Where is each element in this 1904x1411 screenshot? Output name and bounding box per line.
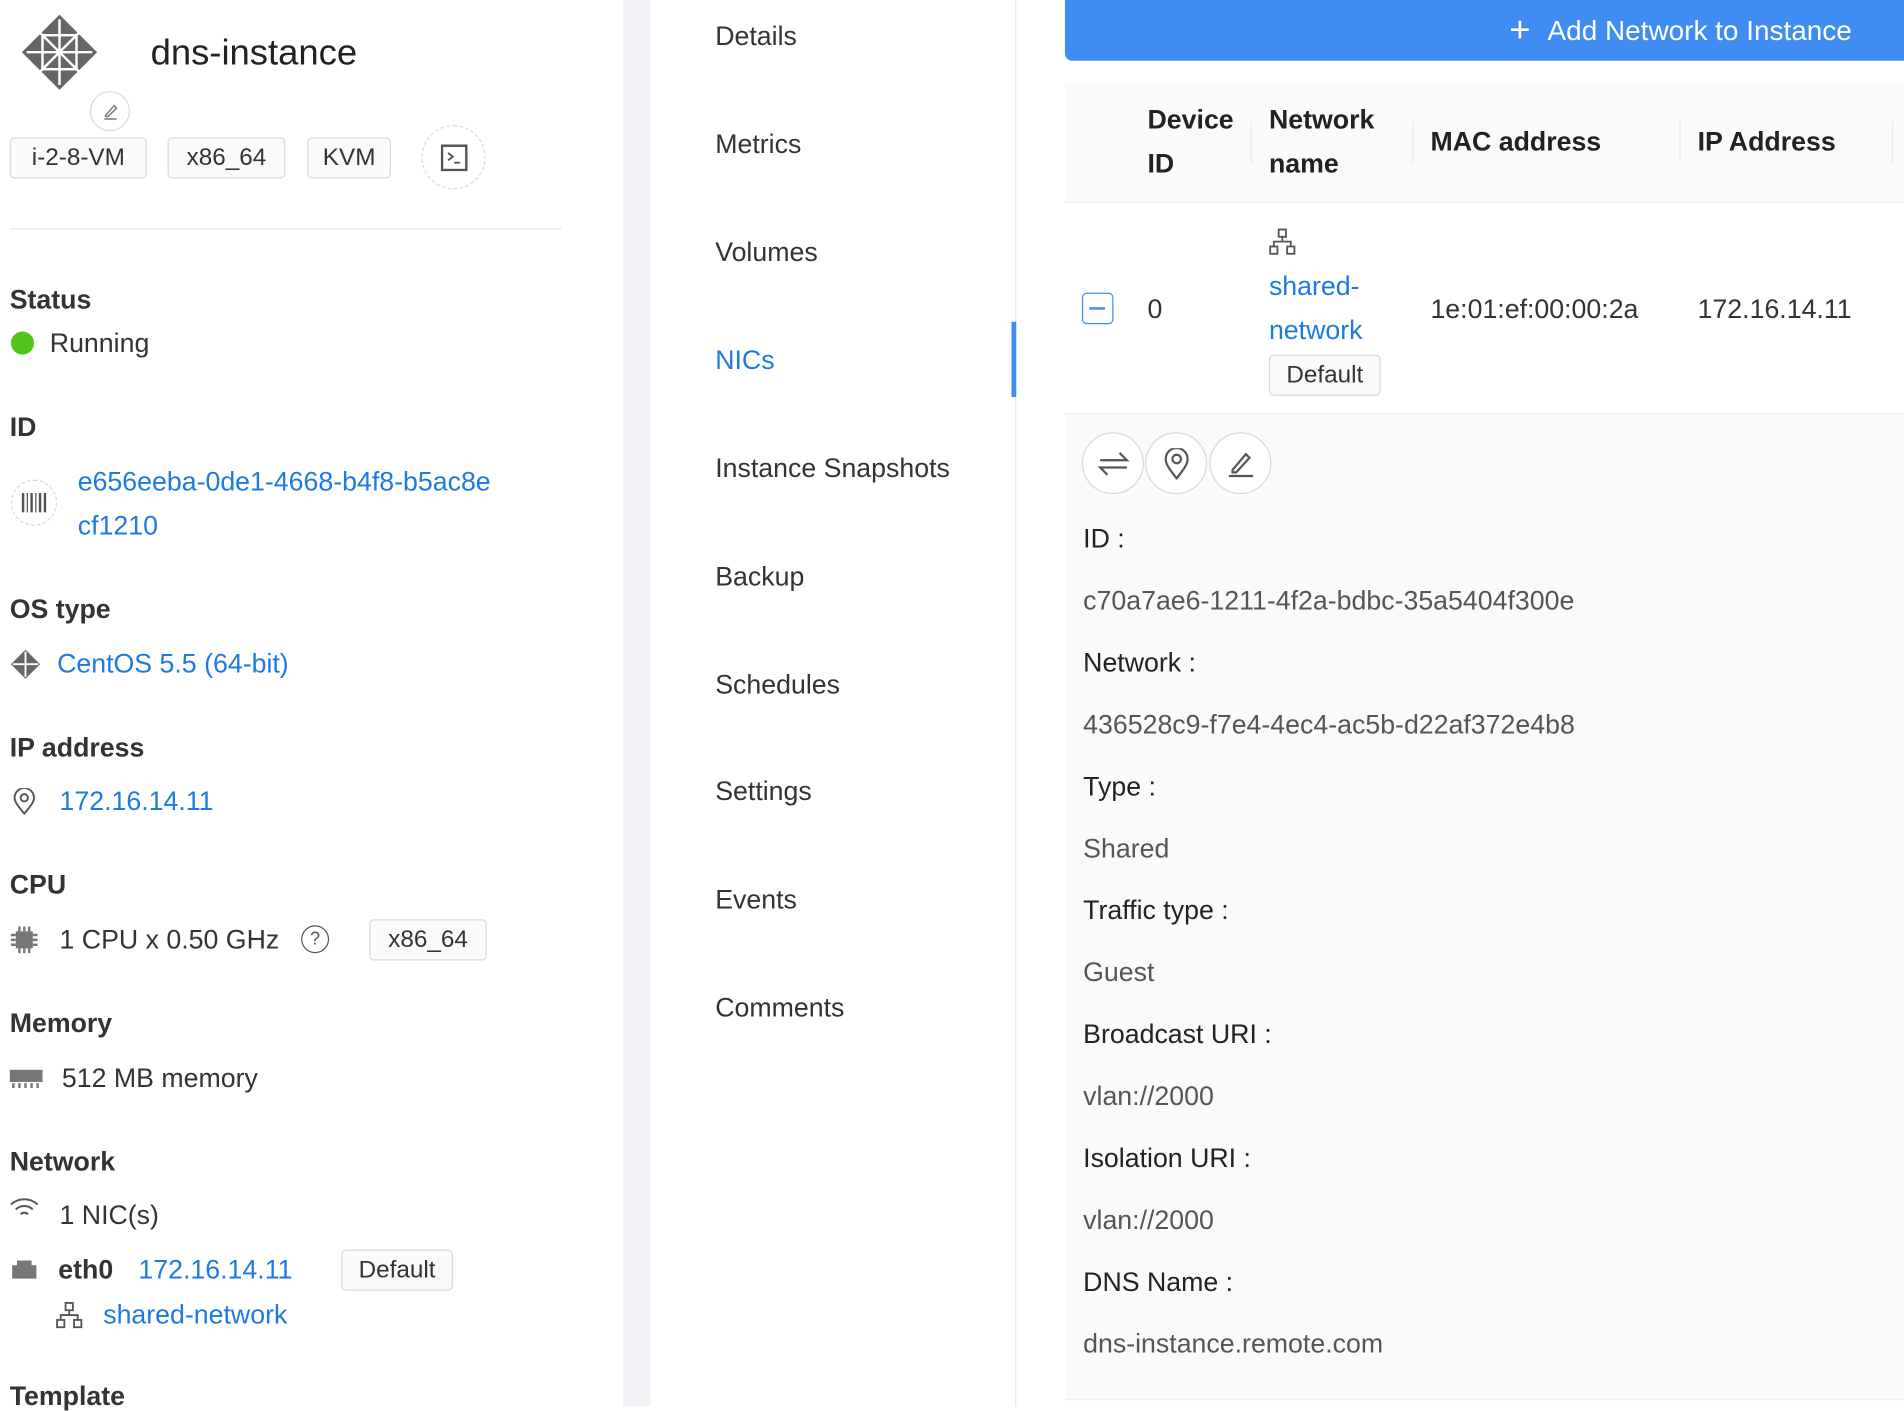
status-value: Running — [49, 327, 150, 359]
update-ip-button[interactable] — [1081, 432, 1144, 495]
instance-id-link[interactable]: e656eeba-0de1-4668-b4f8-b5ac8e — [78, 468, 491, 496]
tag-arch: x86_64 — [167, 137, 286, 179]
location-icon — [13, 788, 35, 815]
edit-name-button[interactable] — [89, 91, 130, 132]
barcode-icon — [21, 493, 47, 513]
instance-id-link-cont[interactable]: cf1210 — [78, 512, 158, 539]
tab-comments[interactable]: Comments — [715, 994, 844, 1022]
id-label: ID — [9, 411, 37, 443]
edit-icon — [103, 103, 117, 120]
tab-schedules[interactable]: Schedules — [715, 671, 840, 699]
nic-name: eth0 — [58, 1254, 114, 1285]
tab-metrics[interactable]: Metrics — [715, 131, 801, 158]
cpu-icon — [10, 926, 38, 954]
nic-ip-link[interactable]: 172.16.14.11 — [138, 1256, 292, 1284]
tab-volumes[interactable]: Volumes — [715, 239, 817, 266]
swap-icon — [1097, 451, 1129, 475]
add-network-button[interactable]: + Add Network to Instance — [1064, 0, 1904, 61]
detail-value-network: 436528c9-f7e4-4ec4-ac5b-d22af372e4b8 — [1083, 709, 1575, 740]
terminal-icon — [440, 143, 467, 171]
detail-value-id: c70a7ae6-1211-4f2a-bdbc-35a5404f300e — [1083, 585, 1575, 616]
console-button[interactable] — [421, 125, 486, 190]
cpu-value: 1 CPU x 0.50 GHz — [59, 924, 280, 955]
instance-details-panel: dns-instance i-2-8-VM x86_64 KVM Status … — [0, 0, 623, 1409]
collapse-row-button[interactable] — [1081, 292, 1114, 325]
centos-logo-icon — [21, 14, 98, 90]
col-separator — [1412, 121, 1414, 163]
network-name-link-cont[interactable]: network — [1269, 316, 1363, 344]
ip-address-link[interactable]: 172.16.14.11 — [60, 787, 214, 815]
secondary-ip-button[interactable] — [1145, 432, 1208, 495]
network-topology-icon — [56, 1302, 83, 1329]
tab-details[interactable]: Details — [715, 22, 797, 50]
table-header: Device ID Network name MAC address IP Addr… — [1064, 82, 1904, 203]
nic-default-tag: Default — [341, 1249, 453, 1291]
ip-label: IP address — [9, 732, 145, 763]
tab-backup[interactable]: Backup — [715, 563, 804, 590]
add-network-label: Add Network to Instance — [1547, 13, 1852, 46]
wifi-icon — [10, 1198, 39, 1216]
tab-events[interactable]: Events — [715, 886, 797, 913]
minus-icon — [1089, 307, 1106, 310]
default-tag: Default — [1268, 354, 1381, 396]
tab-instance-snapshots[interactable]: Instance Snapshots — [715, 455, 950, 482]
edit-nic-button[interactable] — [1209, 432, 1272, 495]
col-device-id: Device ID — [1147, 104, 1234, 179]
col-mac: MAC address — [1430, 126, 1602, 157]
detail-value-isolation: vlan://2000 — [1083, 1204, 1214, 1235]
mac-address: 1e:01:ef:00:00:2a — [1430, 293, 1639, 325]
network-name-link[interactable]: shared- — [1269, 273, 1360, 300]
instance-name: dns-instance — [150, 32, 358, 73]
detail-label-broadcast: Broadcast URI : — [1083, 1018, 1272, 1050]
centos-icon — [10, 649, 41, 679]
nic-network-link[interactable]: shared-network — [103, 1301, 287, 1329]
network-topology-icon — [1269, 228, 1296, 255]
edit-icon — [1228, 451, 1253, 477]
tab-list: Details Metrics Volumes NICs Instance Sn… — [650, 0, 1017, 1407]
detail-value-broadcast: vlan://2000 — [1083, 1080, 1214, 1112]
device-id: 0 — [1147, 293, 1163, 325]
col-separator — [1679, 121, 1681, 163]
col-ip: IP Address — [1697, 126, 1836, 157]
tab-nics[interactable]: NICs — [715, 347, 774, 374]
plus-icon: + — [1509, 9, 1531, 50]
status-running-icon — [10, 331, 35, 355]
network-label: Network — [9, 1146, 116, 1177]
table-row: 0 shared- network Default 1e:01:ef:00:00… — [1064, 203, 1904, 415]
detail-label-dns: DNS Name : — [1083, 1266, 1234, 1297]
detail-label-id: ID : — [1083, 523, 1125, 554]
tag-instance-name: i-2-8-VM — [9, 137, 147, 179]
col-network-name: Network name — [1268, 104, 1375, 179]
status-label: Status — [9, 284, 92, 315]
help-icon[interactable]: ? — [301, 925, 330, 954]
tab-settings[interactable]: Settings — [715, 778, 812, 805]
memory-value: 512 MB memory — [61, 1062, 258, 1093]
detail-value-traffic: Guest — [1083, 956, 1155, 988]
memory-label: Memory — [9, 1007, 113, 1039]
ip-address: 172.16.14.11 — [1697, 293, 1852, 325]
os-label: OS type — [9, 593, 111, 625]
ethernet-icon — [12, 1260, 37, 1279]
detail-value-dns: dns-instance.remote.com — [1083, 1328, 1384, 1359]
location-icon — [1164, 447, 1189, 480]
cpu-label: CPU — [9, 869, 67, 900]
col-separator — [1891, 121, 1894, 163]
detail-label-isolation: Isolation URI : — [1083, 1142, 1251, 1174]
detail-value-type: Shared — [1083, 833, 1170, 864]
tag-hypervisor: KVM — [307, 137, 392, 179]
memory-icon — [9, 1069, 43, 1089]
cpu-arch-tag: x86_64 — [369, 919, 487, 961]
detail-label-traffic: Traffic type : — [1083, 894, 1229, 926]
divider — [9, 228, 563, 230]
os-type-link[interactable]: CentOS 5.5 (64-bit) — [57, 650, 289, 678]
col-separator — [1250, 121, 1252, 163]
copy-id-button[interactable] — [10, 479, 58, 526]
nic-count: 1 NIC(s) — [59, 1199, 159, 1231]
detail-label-network: Network : — [1083, 647, 1196, 678]
detail-label-type: Type : — [1083, 771, 1156, 802]
nics-panel: + Add Network to Instance Device ID Netwo… — [1016, 0, 1904, 1407]
expanded-row: ID : c70a7ae6-1211-4f2a-bdbc-35a5404f300… — [1064, 414, 1904, 1401]
